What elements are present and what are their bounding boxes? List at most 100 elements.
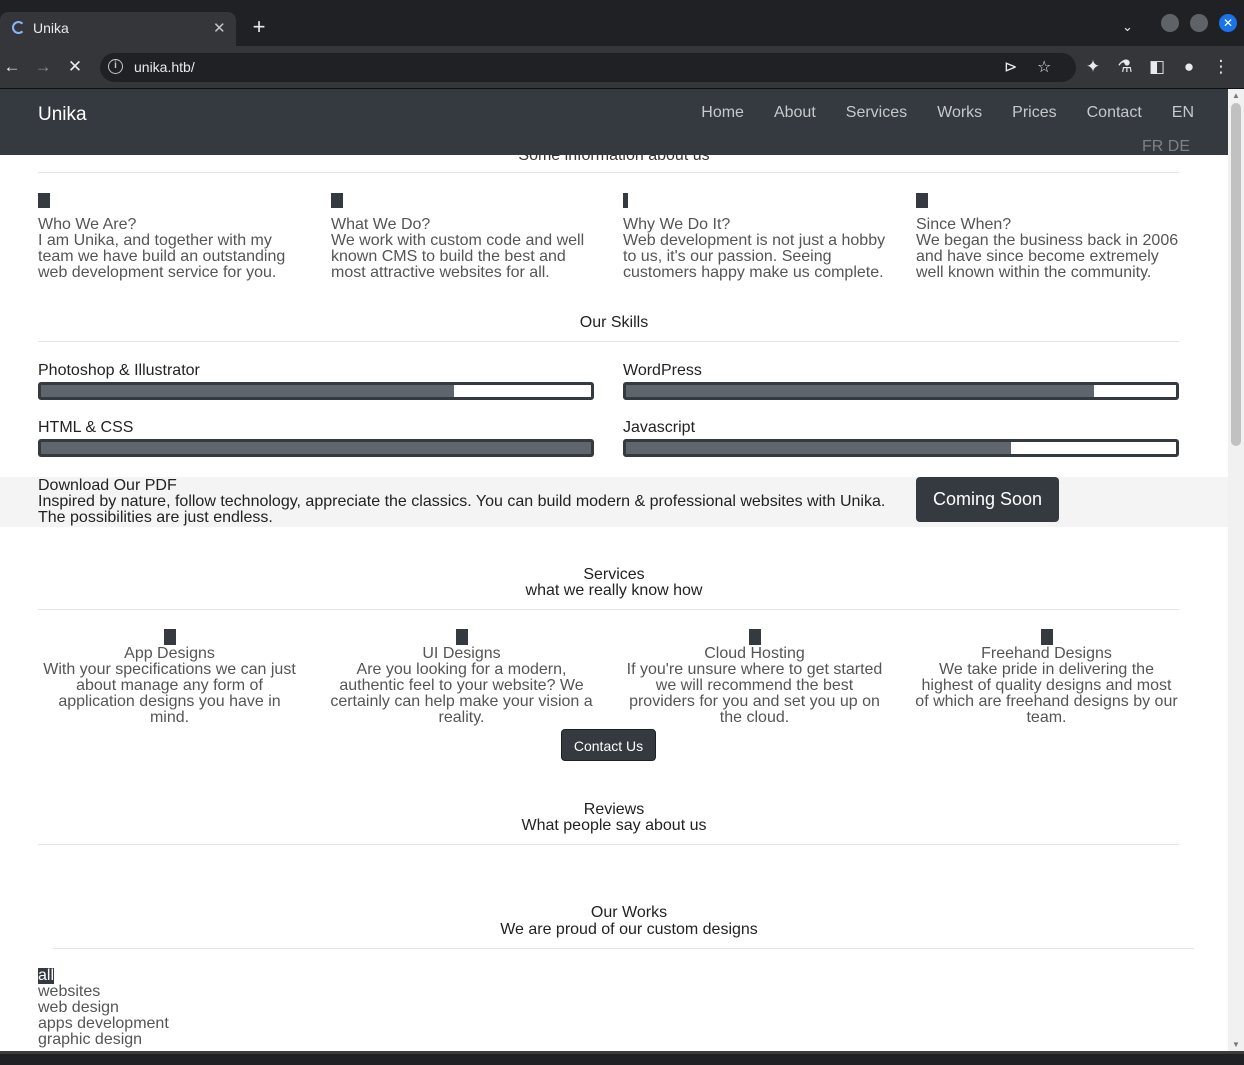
divider bbox=[38, 844, 1179, 845]
service-title: Freehand Designs bbox=[981, 645, 1112, 662]
skill-html-css: HTML & CSS bbox=[38, 419, 594, 457]
service-text: Are you looking for a modern, authentic … bbox=[330, 661, 593, 726]
window-close-button[interactable]: ✕ bbox=[1219, 14, 1237, 32]
desktop-icon bbox=[455, 629, 468, 645]
site-brand[interactable]: Unika bbox=[38, 104, 87, 126]
send-icon[interactable]: ⊳ bbox=[1004, 57, 1017, 77]
heart-icon bbox=[623, 193, 628, 208]
skill-javascript: Javascript bbox=[623, 419, 1179, 457]
side-panel-icon[interactable]: ◧ bbox=[1146, 56, 1168, 78]
skill-label: Photoshop & Illustrator bbox=[38, 362, 200, 379]
skill-progress-bar bbox=[623, 382, 1179, 400]
filter-apps-development[interactable]: apps development bbox=[38, 1016, 169, 1032]
bookmark-star-icon[interactable]: ☆ bbox=[1037, 57, 1051, 77]
mobile-icon bbox=[163, 629, 176, 645]
clock-icon bbox=[916, 193, 928, 208]
url-text[interactable]: unika.htb/ bbox=[134, 59, 195, 75]
filter-all[interactable]: all bbox=[38, 968, 55, 984]
tab-search-chevron-icon[interactable]: ⌄ bbox=[1122, 19, 1133, 35]
forward-arrow-icon[interactable]: → bbox=[32, 56, 54, 78]
nav-prices[interactable]: Prices bbox=[1012, 104, 1056, 122]
page-scrollbar[interactable]: ▲ ▼ bbox=[1228, 89, 1244, 1051]
service-title: UI Designs bbox=[422, 645, 501, 662]
browser-tab-bar: Unika ✕ + ⌄ ✕ bbox=[0, 0, 1244, 46]
service-text: With your specifications we can just abo… bbox=[43, 661, 296, 726]
about-item-title: Since When? bbox=[916, 216, 1012, 233]
nav-lang-en[interactable]: EN bbox=[1172, 104, 1194, 122]
filter-websites[interactable]: websites bbox=[38, 984, 169, 1000]
coming-soon-button[interactable]: Coming Soon bbox=[916, 477, 1059, 522]
about-item-what: What We Do? We work with custom code and… bbox=[331, 193, 596, 281]
about-item-why: Why We Do It? Web development is not jus… bbox=[623, 193, 888, 281]
browser-tab[interactable]: Unika ✕ bbox=[0, 12, 236, 46]
window-minimize-button[interactable] bbox=[1161, 14, 1179, 32]
back-arrow-icon[interactable]: ← bbox=[1, 56, 23, 78]
skill-progress-fill bbox=[41, 385, 454, 397]
service-title: App Designs bbox=[124, 645, 215, 662]
address-bar[interactable]: i unika.htb/ ⊳ ☆ bbox=[100, 53, 1076, 82]
works-filter-list: all websites web design apps development… bbox=[38, 968, 169, 1048]
divider bbox=[38, 172, 1179, 173]
scroll-down-arrow-icon[interactable]: ▼ bbox=[1232, 1040, 1240, 1049]
service-text: If you're unsure where to get started we… bbox=[626, 661, 883, 726]
skills-heading: Our Skills bbox=[579, 314, 649, 331]
profile-person-icon[interactable]: ● bbox=[1178, 56, 1200, 78]
site-info-icon[interactable]: i bbox=[108, 59, 123, 74]
about-item-title: Who We Are? bbox=[38, 216, 137, 233]
filter-graphic-design[interactable]: graphic design bbox=[38, 1032, 169, 1048]
about-item-text: We work with custom code and well known … bbox=[331, 232, 585, 281]
labs-flask-icon[interactable]: ⚗ bbox=[1114, 56, 1136, 78]
tab-close-icon[interactable]: ✕ bbox=[213, 19, 226, 37]
about-item-text: Web development is not just a hobby to u… bbox=[623, 232, 886, 281]
about-item-since: Since When? We began the business back i… bbox=[916, 193, 1181, 281]
about-item-title: What We Do? bbox=[331, 216, 431, 233]
service-text: We take pride in delivering the highest … bbox=[915, 661, 1178, 726]
service-cloud-hosting: Cloud Hosting If you're unsure where to … bbox=[623, 629, 886, 726]
nav-works[interactable]: Works bbox=[937, 104, 982, 122]
divider bbox=[53, 948, 1194, 949]
skill-progress-bar bbox=[38, 382, 594, 400]
service-ui-designs: UI Designs Are you looking for a modern,… bbox=[330, 629, 593, 726]
service-app-designs: App Designs With your specifications we … bbox=[38, 629, 301, 726]
extensions-puzzle-icon[interactable]: ✦ bbox=[1082, 56, 1104, 78]
nav-links: Home About Services Works Prices Contact… bbox=[701, 104, 1218, 122]
new-tab-button[interactable]: + bbox=[248, 15, 270, 39]
site-favicon-icon bbox=[12, 21, 25, 34]
service-title: Cloud Hosting bbox=[704, 645, 805, 662]
pdf-description: Inspired by nature, follow technology, a… bbox=[38, 493, 886, 526]
divider bbox=[38, 609, 1179, 610]
user-icon bbox=[38, 193, 50, 208]
scroll-up-arrow-icon[interactable]: ▲ bbox=[1232, 91, 1240, 100]
filter-web-design[interactable]: web design bbox=[38, 1000, 169, 1016]
window-maximize-button[interactable] bbox=[1190, 14, 1208, 32]
skill-photoshop: Photoshop & Illustrator bbox=[38, 362, 594, 400]
nav-contact[interactable]: Contact bbox=[1087, 104, 1142, 122]
page-viewport: Unika Home About Services Works Prices C… bbox=[0, 89, 1228, 1051]
browser-menu-icon[interactable]: ⋮ bbox=[1210, 56, 1232, 78]
cloud-icon bbox=[748, 629, 761, 645]
about-item-title: Why We Do It? bbox=[623, 216, 731, 233]
scrollbar-thumb[interactable] bbox=[1231, 103, 1241, 446]
skill-wordpress: WordPress bbox=[623, 362, 1179, 400]
site-navbar: Unika Home About Services Works Prices C… bbox=[0, 89, 1228, 155]
nav-services[interactable]: Services bbox=[846, 104, 907, 122]
nav-lang-fr-de[interactable]: FR DE bbox=[1142, 138, 1190, 156]
tab-title: Unika bbox=[33, 20, 69, 36]
contact-us-button[interactable]: Contact Us bbox=[561, 729, 656, 761]
nav-home[interactable]: Home bbox=[701, 104, 744, 122]
nav-about[interactable]: About bbox=[774, 104, 816, 122]
divider bbox=[38, 341, 1179, 342]
works-heading: Our Works bbox=[590, 904, 668, 921]
pencil-icon bbox=[1040, 629, 1053, 645]
skill-label: WordPress bbox=[623, 362, 702, 379]
services-heading: Services bbox=[583, 566, 645, 583]
stop-loading-icon[interactable]: ✕ bbox=[64, 56, 86, 78]
skill-label: HTML & CSS bbox=[38, 419, 134, 436]
about-item-text: We began the business back in 2006 and h… bbox=[916, 232, 1179, 281]
skill-progress-bar bbox=[623, 439, 1179, 457]
service-freehand-designs: Freehand Designs We take pride in delive… bbox=[915, 629, 1178, 726]
download-pdf-section: Download Our PDF Inspired by nature, fol… bbox=[0, 477, 1228, 527]
works-subheading: We are proud of our custom designs bbox=[500, 921, 758, 938]
status-bar bbox=[0, 1051, 1244, 1065]
skill-progress-bar bbox=[38, 439, 594, 457]
